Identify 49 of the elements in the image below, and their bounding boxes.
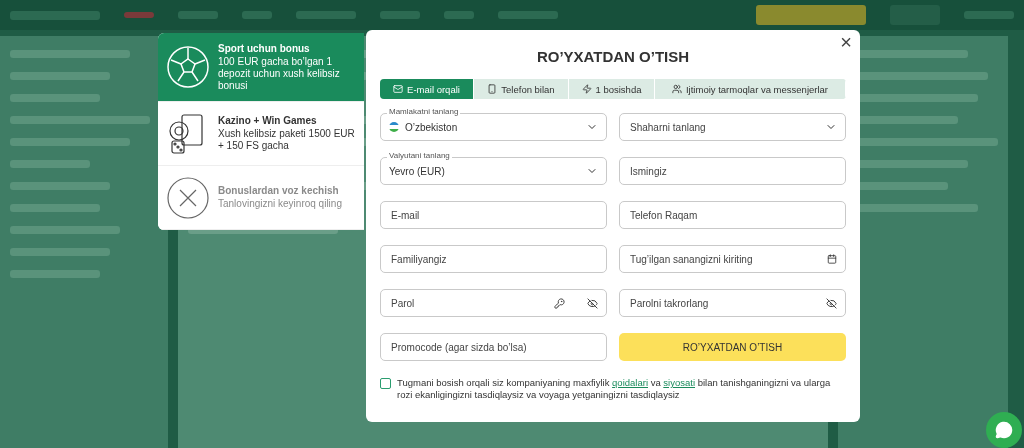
bonus-title: Sport uchun bonus xyxy=(218,42,311,54)
text-input[interactable]: Parol xyxy=(389,296,548,310)
field-value: Yevro (EUR) xyxy=(389,165,446,177)
link[interactable]: qoidalari xyxy=(612,377,648,388)
phone-icon xyxy=(487,84,498,94)
consent-text: Tugmani bosish orqali siz kompaniyaning maxfiylik qoidalari va siyosati bilan tanishganingizni va ularga rozi ekanligingizni tasdiqlaysiz va voyaga yetganingizni tasdiqlaysiz xyxy=(397,377,832,402)
people-icon xyxy=(672,84,682,94)
bonus-description: Tanlovingizni keyinroq qiling xyxy=(218,198,342,210)
input-field[interactable]: Ismingiz xyxy=(619,157,846,185)
chat-bubble-icon xyxy=(995,421,1013,439)
close-button[interactable]: × xyxy=(838,32,854,52)
calendar-icon xyxy=(827,254,837,264)
input-field[interactable]: Familiyangiz xyxy=(380,245,607,273)
bonus-title: Bonuslardan voz kechish xyxy=(218,185,340,196)
lightning-icon xyxy=(581,84,592,94)
text-input[interactable]: E-mail xyxy=(389,208,598,222)
text-input[interactable]: Shaharni tanlang xyxy=(628,120,819,134)
soccer-ball-icon xyxy=(166,45,210,90)
key-icon[interactable] xyxy=(554,297,565,309)
field-label: Valyutani tanlang xyxy=(387,152,452,160)
date-field[interactable]: Tug’ilgan sanangizni kiriting xyxy=(619,245,846,273)
bonus-title: Kazino + Win Games xyxy=(218,115,318,127)
field-label: Mamlakatni tanlang xyxy=(387,108,461,116)
register-button[interactable]: RO’YXATDAN O’TISH xyxy=(619,333,846,361)
checkbox[interactable] xyxy=(380,378,391,389)
bonus-description: Xush kelibsiz paketi 1500 EUR + 150 FS gacha xyxy=(218,128,356,153)
dropdown-field[interactable]: Shaharni tanlang xyxy=(619,113,846,141)
input-field[interactable]: Telefon Raqam xyxy=(619,201,846,229)
envelope-icon xyxy=(393,84,404,94)
text-input[interactable]: Telefon Raqam xyxy=(628,208,837,222)
text-input[interactable]: Parolni takrorlang xyxy=(628,296,820,310)
eye-off-icon[interactable] xyxy=(587,297,598,309)
chat-button[interactable] xyxy=(986,412,1022,448)
cancel-icon xyxy=(166,175,210,220)
link[interactable]: siyosati xyxy=(663,377,695,388)
field-value: O’zbekiston xyxy=(405,121,459,133)
input-field[interactable]: Promocode (agar sizda bo’lsa) xyxy=(380,333,607,361)
eye-off-icon[interactable] xyxy=(826,297,837,309)
text-input[interactable]: Tug’ilgan sanangizni kiriting xyxy=(628,252,821,266)
password-field[interactable]: Parol xyxy=(380,289,607,317)
tab[interactable]: E-mail orqali xyxy=(380,79,474,99)
bonus-description: 100 EUR gacha bo’lgan 1 depozit uchun xush kelibsiz bonusi xyxy=(218,55,341,92)
text-input[interactable]: Familiyangiz xyxy=(389,252,598,266)
text-input[interactable]: Ismingiz xyxy=(628,164,837,178)
dialog-title: RO’YXATDAN O’TISH xyxy=(535,47,691,65)
bonus-option[interactable]: Sport uchun bonus 100 EUR gacha bo’lgan 1 depozit uchun xush kelibsiz bonusi xyxy=(158,33,364,103)
text-input[interactable]: Promocode (agar sizda bo’lsa) xyxy=(389,340,598,354)
input-field[interactable]: E-mail xyxy=(380,201,607,229)
password-field[interactable]: Parolni takrorlang xyxy=(619,289,846,317)
